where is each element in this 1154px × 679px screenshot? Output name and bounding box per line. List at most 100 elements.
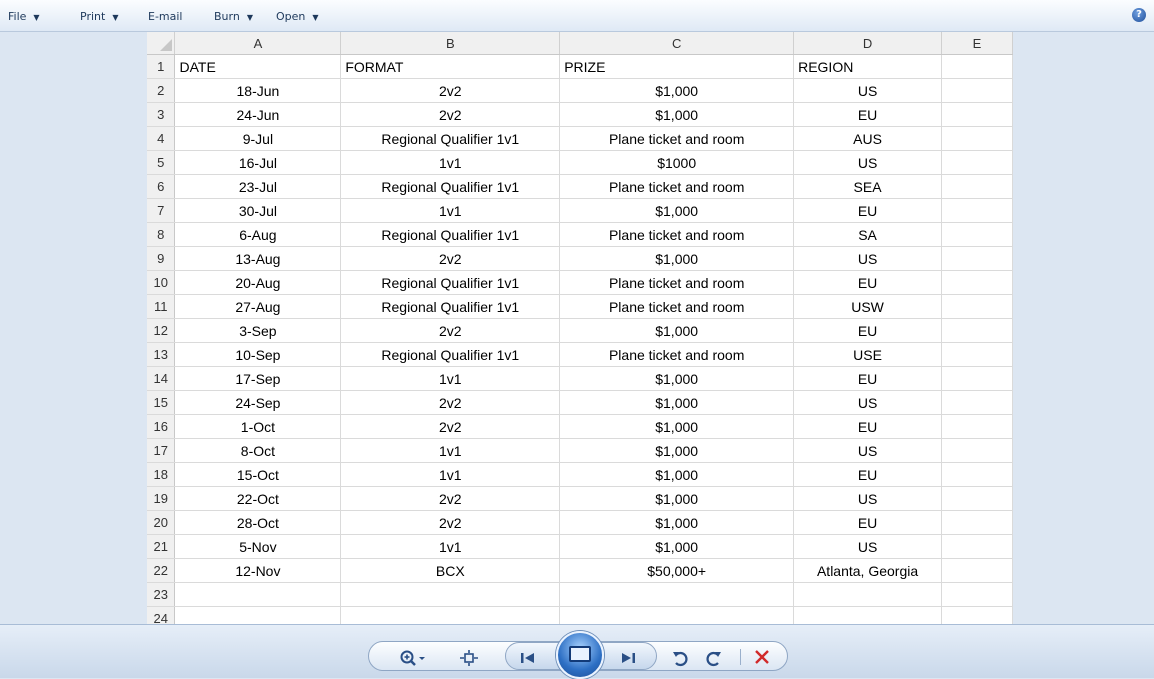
table-row: 15 24-Sep 2v2 $1,000 US <box>147 390 1013 415</box>
column-header: B <box>340 32 561 55</box>
cell: 2v2 <box>340 414 561 439</box>
select-all-corner <box>147 32 176 55</box>
cell <box>941 390 1013 415</box>
cell: 2v2 <box>340 390 561 415</box>
cell <box>941 78 1013 103</box>
row-number: 17 <box>147 438 176 463</box>
cell: US <box>793 246 943 271</box>
table-row: 22 12-Nov BCX $50,000+ Atlanta, Georgia <box>147 558 1013 583</box>
cell: 1v1 <box>340 150 561 175</box>
table-row: 18 15-Oct 1v1 $1,000 EU <box>147 462 1013 487</box>
cell: $1,000 <box>559 390 795 415</box>
cell <box>941 438 1013 463</box>
cell: Regional Qualifier 1v1 <box>340 294 561 319</box>
cell: Plane ticket and room <box>559 126 795 151</box>
row-number: 5 <box>147 150 176 175</box>
cell: 1v1 <box>340 462 561 487</box>
cell: Plane ticket and room <box>559 342 795 367</box>
cell <box>941 510 1013 535</box>
cell <box>559 582 795 607</box>
cell: REGION <box>793 54 943 79</box>
cell: Plane ticket and room <box>559 174 795 199</box>
table-row: 17 8-Oct 1v1 $1,000 US <box>147 438 1013 463</box>
rotate-left-icon[interactable] <box>672 649 688 670</box>
menu-burn[interactable]: Burn ▼ <box>214 10 253 23</box>
table-row: 9 13-Aug 2v2 $1,000 US <box>147 246 1013 271</box>
cell: 1v1 <box>340 438 561 463</box>
cell: BCX <box>340 558 561 583</box>
table-row: 13 10-Sep Regional Qualifier 1v1 Plane tick… <box>147 342 1013 367</box>
cell: 2v2 <box>340 246 561 271</box>
cell: USE <box>793 342 943 367</box>
table-row: 19 22-Oct 2v2 $1,000 US <box>147 486 1013 511</box>
cell <box>941 246 1013 271</box>
column-header: A <box>174 32 342 55</box>
menu-open[interactable]: Open ▼ <box>276 10 319 23</box>
column-header: E <box>941 32 1013 55</box>
delete-icon[interactable] <box>754 649 770 668</box>
cell <box>941 198 1013 223</box>
cell: 20-Aug <box>174 270 342 295</box>
slideshow-icon[interactable] <box>556 631 604 679</box>
cell <box>941 150 1013 175</box>
cell <box>941 558 1013 583</box>
menu-print[interactable]: Print ▼ <box>80 10 118 23</box>
spreadsheet-grid: A B C D E 1 DATE FORMAT PRIZE REGION 2 18-Jun 2… <box>147 32 1013 624</box>
cell: 2v2 <box>340 510 561 535</box>
previous-icon[interactable] <box>520 651 536 668</box>
cell <box>941 486 1013 511</box>
row-number: 13 <box>147 342 176 367</box>
row-number: 11 <box>147 294 176 319</box>
cell: 9-Jul <box>174 126 342 151</box>
row-number: 24 <box>147 606 176 624</box>
cell <box>941 294 1013 319</box>
table-row: 16 1-Oct 2v2 $1,000 EU <box>147 414 1013 439</box>
fit-window-icon[interactable] <box>460 650 478 669</box>
row-number: 20 <box>147 510 176 535</box>
cell: EU <box>793 414 943 439</box>
row-number: 9 <box>147 246 176 271</box>
zoom-icon[interactable] <box>400 650 426 669</box>
cell: 8-Oct <box>174 438 342 463</box>
help-icon[interactable]: ? <box>1132 8 1146 22</box>
table-row: 21 5-Nov 1v1 $1,000 US <box>147 534 1013 559</box>
cell: 5-Nov <box>174 534 342 559</box>
table-row: 5 16-Jul 1v1 $1000 US <box>147 150 1013 175</box>
cell <box>340 606 561 624</box>
cell: Regional Qualifier 1v1 <box>340 222 561 247</box>
cell: US <box>793 390 943 415</box>
cell: 2v2 <box>340 78 561 103</box>
cell <box>941 342 1013 367</box>
cell: 22-Oct <box>174 486 342 511</box>
cell: EU <box>793 318 943 343</box>
chevron-down-icon: ▼ <box>33 13 40 22</box>
menu-email[interactable]: E-mail <box>148 10 183 23</box>
row-number: 23 <box>147 582 176 607</box>
next-icon[interactable] <box>620 651 636 668</box>
cell <box>941 534 1013 559</box>
column-header-row: A B C D E <box>147 32 1013 55</box>
rotate-right-icon[interactable] <box>706 649 722 670</box>
chevron-down-icon: ▼ <box>112 13 119 22</box>
cell: 3-Sep <box>174 318 342 343</box>
cell: Regional Qualifier 1v1 <box>340 270 561 295</box>
cell: 24-Jun <box>174 102 342 127</box>
cell: 1-Oct <box>174 414 342 439</box>
cell <box>340 582 561 607</box>
cell: 10-Sep <box>174 342 342 367</box>
cell: $1,000 <box>559 534 795 559</box>
cell: 13-Aug <box>174 246 342 271</box>
cell: AUS <box>793 126 943 151</box>
cell <box>793 582 943 607</box>
cell: EU <box>793 366 943 391</box>
cell <box>793 606 943 624</box>
menu-file[interactable]: File ▼ <box>8 10 40 23</box>
cell <box>941 54 1013 79</box>
cell: $1,000 <box>559 102 795 127</box>
cell: $1000 <box>559 150 795 175</box>
cell <box>941 606 1013 624</box>
cell: EU <box>793 270 943 295</box>
chevron-down-icon: ▼ <box>312 13 319 22</box>
cell: $1,000 <box>559 366 795 391</box>
cell: 23-Jul <box>174 174 342 199</box>
